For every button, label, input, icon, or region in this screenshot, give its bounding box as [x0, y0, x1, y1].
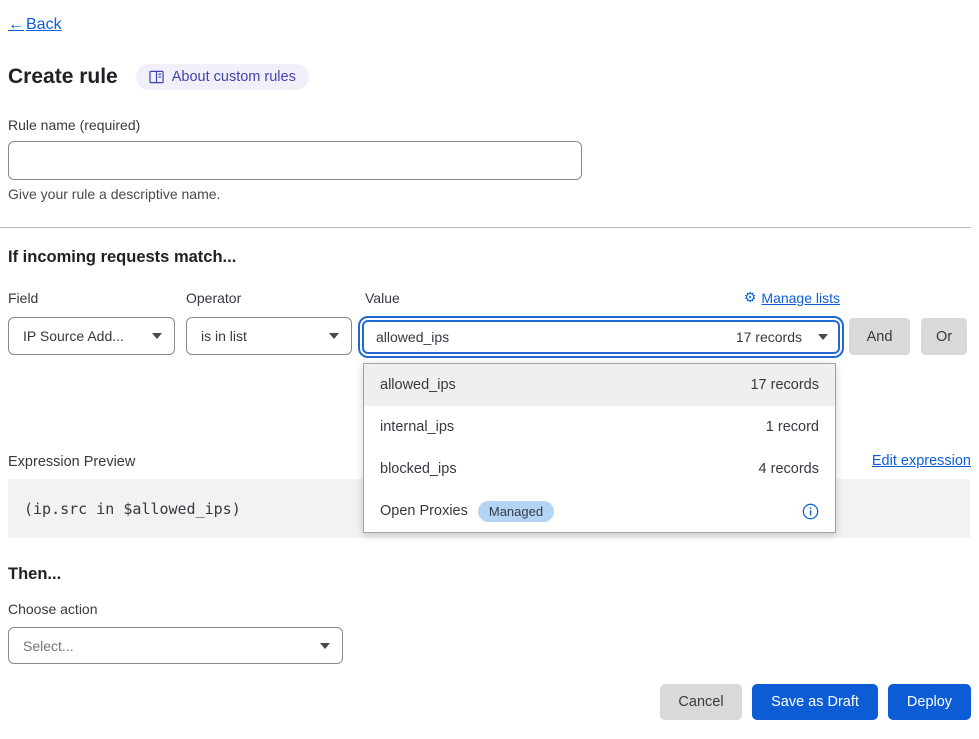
- book-icon: [149, 70, 164, 84]
- edit-expression-link[interactable]: Edit expression: [872, 453, 971, 469]
- or-button[interactable]: Or: [921, 318, 967, 355]
- action-select-placeholder: Select...: [23, 638, 74, 654]
- chevron-down-icon: [329, 333, 339, 339]
- cancel-button[interactable]: Cancel: [660, 684, 742, 720]
- field-select[interactable]: IP Source Add...: [8, 317, 175, 355]
- deploy-button[interactable]: Deploy: [888, 684, 971, 720]
- title-row: Create rule About custom rules: [8, 64, 309, 90]
- list-item-meta: 17 records: [750, 377, 819, 393]
- manage-lists-row: ⚙ Manage lists: [362, 289, 840, 306]
- action-select[interactable]: Select...: [8, 627, 343, 664]
- field-label: Field: [8, 290, 38, 306]
- about-custom-rules-label: About custom rules: [172, 69, 296, 85]
- list-item-name: allowed_ips: [380, 377, 456, 393]
- gear-icon: ⚙: [744, 289, 757, 306]
- choose-action-label: Choose action: [8, 601, 98, 617]
- list-item-meta: 4 records: [759, 461, 819, 477]
- back-link[interactable]: ←Back: [8, 16, 62, 34]
- manage-lists-link[interactable]: Manage lists: [761, 290, 840, 306]
- then-heading: Then...: [8, 565, 61, 584]
- expression-preview-label: Expression Preview: [8, 454, 135, 470]
- list-item-internal-ips[interactable]: internal_ips 1 record: [364, 406, 835, 448]
- page-title: Create rule: [8, 65, 118, 89]
- back-arrow-icon: ←: [8, 16, 24, 34]
- expression-code: (ip.src in $allowed_ips): [24, 500, 241, 518]
- create-rule-page: ←Back Create rule About custom rules Rul…: [0, 0, 979, 739]
- operator-select[interactable]: is in list: [186, 317, 352, 355]
- save-as-draft-button[interactable]: Save as Draft: [752, 684, 878, 720]
- field-select-value: IP Source Add...: [23, 328, 124, 344]
- chevron-down-icon: [320, 643, 330, 649]
- rule-name-helper: Give your rule a descriptive name.: [8, 186, 220, 202]
- list-item-name: internal_ips: [380, 419, 454, 435]
- back-link-label: Back: [26, 16, 62, 34]
- value-dropdown: allowed_ips 17 records internal_ips 1 re…: [363, 363, 836, 533]
- chevron-down-icon: [818, 334, 828, 340]
- value-select-value: allowed_ips: [376, 329, 449, 345]
- operator-select-value: is in list: [201, 328, 247, 344]
- rule-name-label: Rule name (required): [8, 117, 140, 133]
- info-icon[interactable]: [802, 503, 819, 520]
- section-divider: [0, 227, 971, 228]
- list-item-name: Open Proxies: [380, 503, 468, 519]
- chevron-down-icon: [152, 333, 162, 339]
- value-select[interactable]: allowed_ips 17 records: [362, 320, 840, 354]
- about-custom-rules-link[interactable]: About custom rules: [136, 64, 309, 90]
- list-item-meta: 1 record: [766, 419, 819, 435]
- list-item-name: blocked_ips: [380, 461, 457, 477]
- list-item-allowed-ips[interactable]: allowed_ips 17 records: [364, 364, 835, 406]
- operator-label: Operator: [186, 290, 241, 306]
- rule-name-input[interactable]: [8, 141, 582, 180]
- managed-badge: Managed: [478, 501, 554, 522]
- list-item-blocked-ips[interactable]: blocked_ips 4 records: [364, 448, 835, 490]
- and-button[interactable]: And: [849, 318, 910, 355]
- list-item-open-proxies[interactable]: Open Proxies Managed: [364, 490, 835, 532]
- value-select-meta: 17 records: [736, 329, 802, 345]
- match-section-heading: If incoming requests match...: [8, 248, 236, 267]
